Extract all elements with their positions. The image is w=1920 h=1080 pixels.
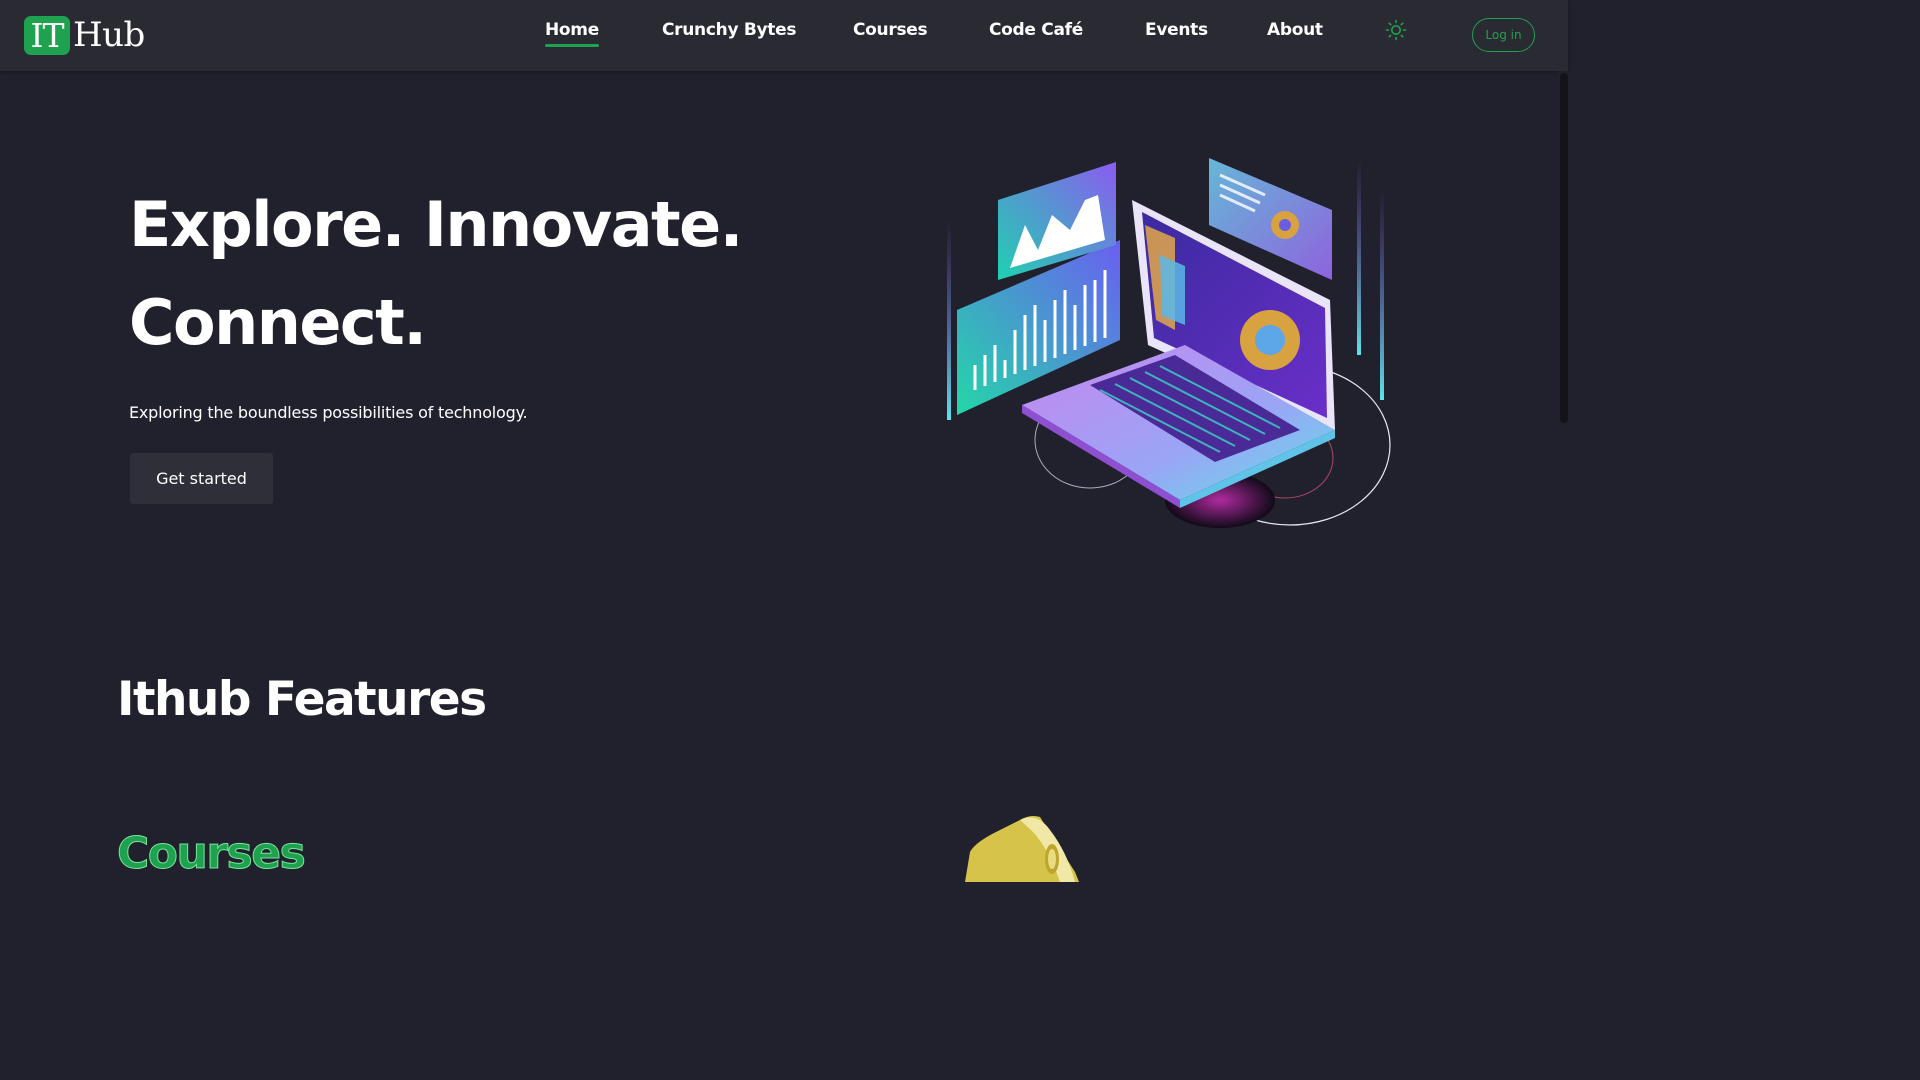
hero-title: Explore. Innovate. Connect. bbox=[129, 176, 829, 372]
sun-icon bbox=[1385, 19, 1407, 41]
hero-title-line1: Explore. Innovate. bbox=[129, 188, 743, 261]
nav-code-cafe[interactable]: Code Café bbox=[989, 20, 1083, 44]
nav-crunchy-bytes[interactable]: Crunchy Bytes bbox=[662, 20, 796, 44]
nav-home[interactable]: Home bbox=[545, 20, 599, 47]
megaphone-illustration bbox=[965, 816, 1079, 882]
top-navbar: IT Hub Home Crunchy Bytes Courses Code C… bbox=[0, 0, 1568, 71]
logo-hub-text: Hub bbox=[73, 14, 145, 55]
hero-title-line2: Connect. bbox=[129, 286, 427, 359]
scrollbar-thumb[interactable] bbox=[1560, 73, 1568, 423]
hero-subtitle: Exploring the boundless possibilities of… bbox=[129, 403, 528, 422]
logo-it-badge: IT bbox=[24, 15, 70, 55]
feature-courses-title: Courses bbox=[116, 828, 306, 880]
features-title: Ithub Features bbox=[117, 672, 487, 727]
nav-courses[interactable]: Courses bbox=[853, 20, 928, 44]
nav-about[interactable]: About bbox=[1267, 20, 1323, 44]
login-button[interactable]: Log in bbox=[1472, 18, 1535, 52]
ithub-logo[interactable]: IT Hub bbox=[24, 15, 145, 55]
nav-events[interactable]: Events bbox=[1145, 20, 1208, 44]
theme-toggle-button[interactable] bbox=[1383, 18, 1409, 44]
get-started-button[interactable]: Get started bbox=[130, 453, 273, 504]
laptop-analytics-illustration bbox=[947, 158, 1391, 528]
